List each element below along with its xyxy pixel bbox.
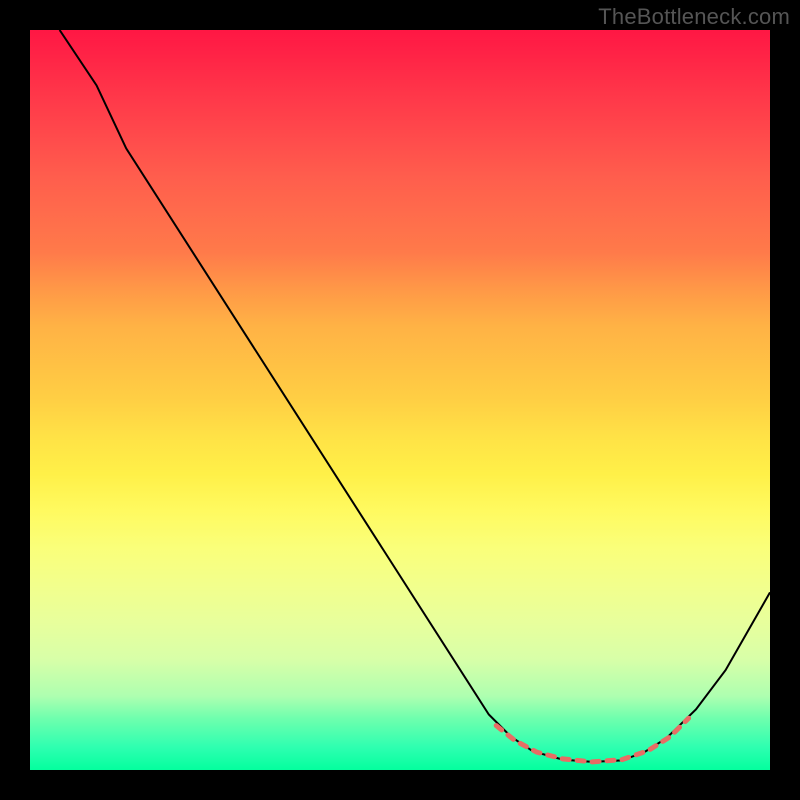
curve-layer — [30, 30, 770, 770]
plot-area — [30, 30, 770, 770]
bottleneck-curve — [60, 30, 770, 762]
watermark-text: TheBottleneck.com — [598, 4, 790, 30]
chart-frame: TheBottleneck.com — [0, 0, 800, 800]
dotted-overlay — [496, 718, 688, 762]
